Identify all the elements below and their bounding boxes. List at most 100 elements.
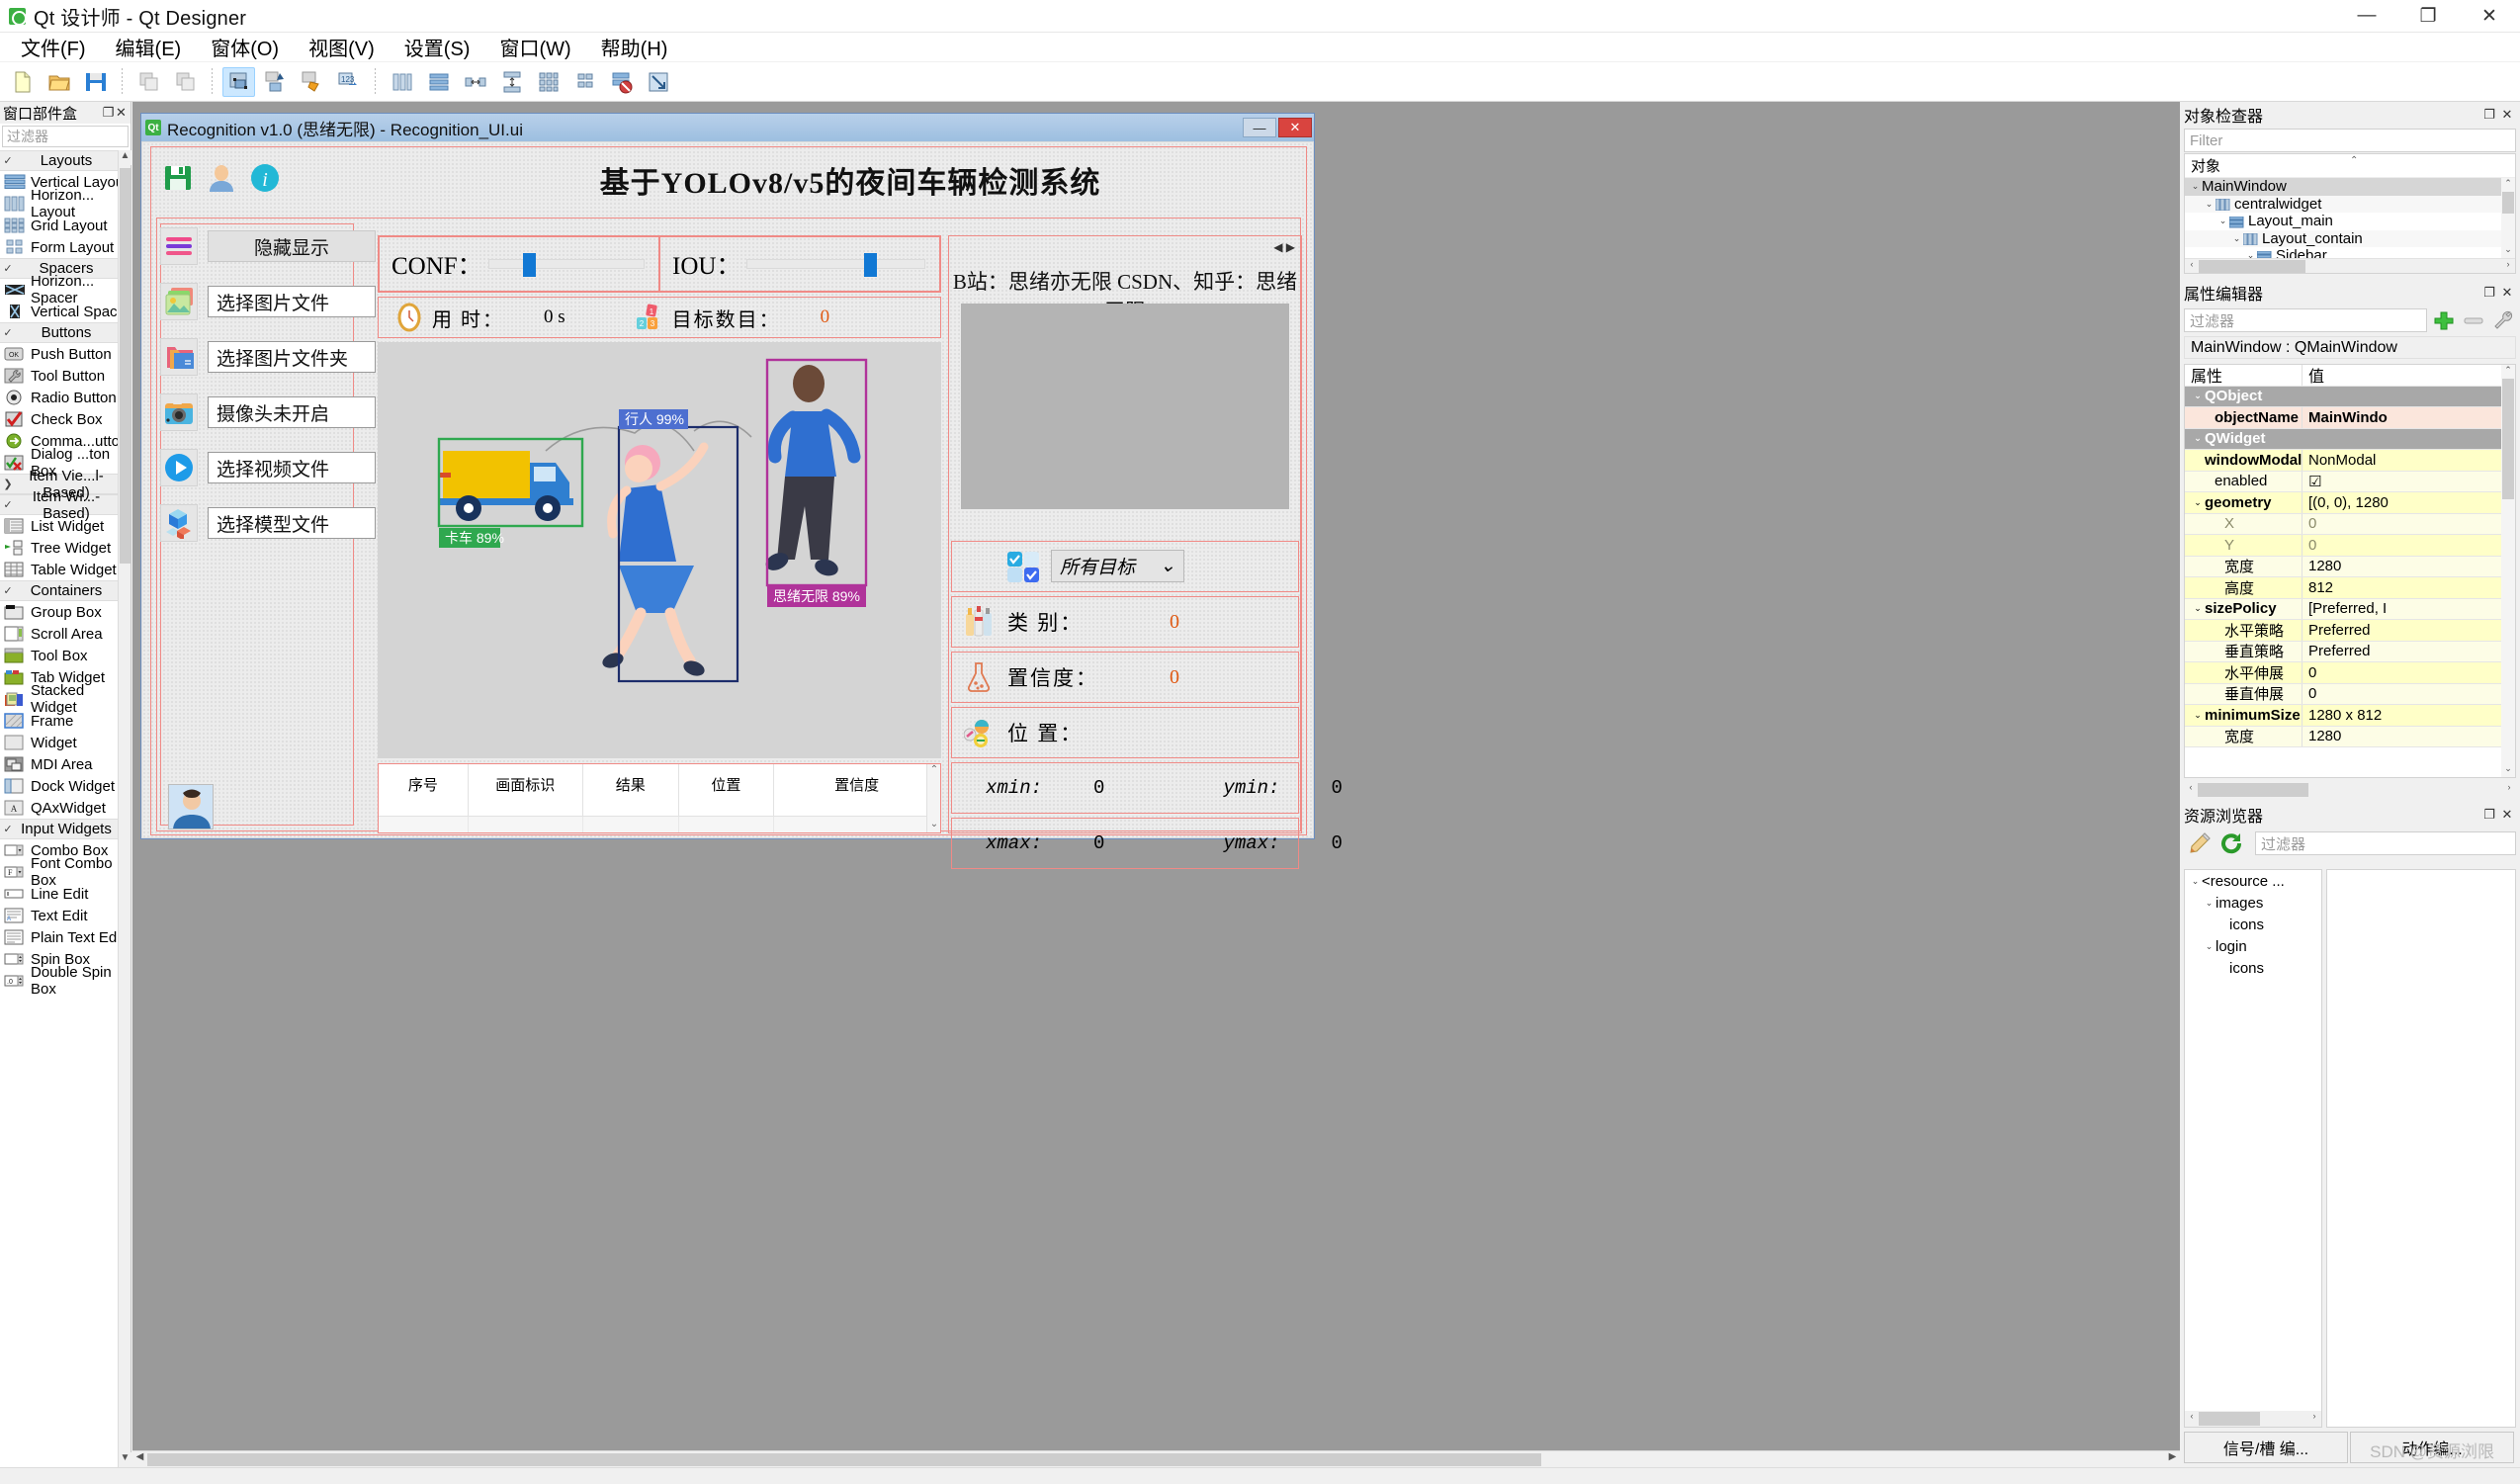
property-filter-input[interactable]: 过滤器 — [2184, 308, 2427, 332]
conf-slider-handle[interactable] — [523, 253, 537, 277]
property-value-cell[interactable]: NonModal — [2303, 452, 2515, 469]
chevron-down-icon[interactable]: ⌄ — [2230, 233, 2243, 244]
menu-item-6[interactable]: 帮助(H) — [586, 30, 683, 64]
property-value-cell[interactable]: 0 — [2303, 664, 2515, 681]
chevron-down-icon[interactable]: ⌄ — [1160, 555, 1175, 577]
chevron-down-icon[interactable]: ⌄ — [2191, 497, 2205, 508]
avatar[interactable] — [168, 784, 214, 829]
res-scroll-right-icon[interactable]: › — [2307, 1411, 2321, 1427]
object-tree-vscrollbar[interactable]: ⌃ ⌄ — [2501, 178, 2515, 258]
menu-item-0[interactable]: 文件(F) — [6, 30, 101, 64]
property-value-cell[interactable]: [(0, 0), 1280 — [2303, 494, 2515, 511]
iou-slider-handle[interactable] — [864, 253, 878, 277]
table-scroll-down-icon[interactable]: ⌄ — [927, 819, 940, 832]
property-table[interactable]: 属性 值 ⌄ QObject objectName MainWindo ⌄ QWidget… — [2184, 364, 2516, 778]
adjust-size-icon[interactable] — [642, 67, 674, 97]
object-inspector-filter-input[interactable]: Filter — [2184, 129, 2516, 152]
dock-tab-1[interactable]: 动作编... — [2350, 1432, 2514, 1463]
property-row-宽度[interactable]: 宽度 1280 — [2185, 556, 2515, 577]
res-hscroll-thumb[interactable] — [2199, 1412, 2260, 1426]
property-row-QObject[interactable]: ⌄ QObject — [2185, 386, 2515, 407]
edit-buddies-icon[interactable] — [296, 67, 328, 97]
model-cube-icon[interactable] — [160, 504, 198, 542]
chevron-down-icon[interactable]: ⌄ — [2216, 216, 2229, 226]
new-file-icon[interactable] — [6, 67, 39, 97]
object-tree-item-layout_contain[interactable]: ⌄ Layout_contain — [2185, 229, 2515, 247]
chevron-down-icon[interactable]: ⌄ — [2203, 898, 2216, 909]
property-editor-close-button[interactable]: ✕ — [2498, 285, 2516, 301]
widget-box-filter-input[interactable]: 过滤器 — [2, 126, 129, 147]
save-icon[interactable] — [160, 160, 196, 196]
layout-vertically-icon[interactable] — [422, 67, 455, 97]
table-header-0[interactable]: 序号 — [379, 764, 469, 817]
property-row-Y[interactable]: Y0 — [2185, 535, 2515, 557]
prop-scroll-down-icon[interactable]: ⌄ — [2501, 763, 2515, 777]
widget-item-4-1[interactable]: Tree Widget — [0, 537, 130, 559]
property-row-sizePolicy[interactable]: ⌄ sizePolicy [Preferred, I — [2185, 598, 2515, 620]
menu-item-5[interactable]: 窗口(W) — [484, 30, 585, 64]
target-combobox[interactable]: 所有目标 ⌄ — [1051, 550, 1184, 582]
obj-hscroll-thumb[interactable] — [2199, 260, 2305, 273]
property-value-cell[interactable]: 1280 — [2303, 558, 2515, 574]
layout-grid-icon[interactable] — [532, 67, 565, 97]
property-value-cell[interactable]: 0 — [2303, 685, 2515, 702]
widget-group-5[interactable]: ✓ Containers — [0, 580, 130, 601]
menu-item-4[interactable]: 设置(S) — [390, 30, 485, 64]
menu-item-2[interactable]: 窗体(O) — [196, 30, 294, 64]
resource-tree-item-3[interactable]: ⌄ login — [2185, 935, 2321, 957]
scroll-up-arrow-icon[interactable]: ▲ — [119, 150, 131, 165]
widget-item-1-0[interactable]: Horizon... Spacer — [0, 273, 130, 306]
maximize-button[interactable]: ❐ — [2397, 0, 2459, 33]
chevron-down-icon[interactable]: ⌄ — [2189, 876, 2202, 887]
table-header-4[interactable]: 置信度 — [773, 764, 940, 817]
resource-tree[interactable]: ⌄ <resource ... ⌄ images icons ⌄ login icons ‹ … — [2184, 869, 2322, 1428]
resource-browser-float-button[interactable]: ❐ — [2480, 807, 2498, 823]
scroll-thumb[interactable] — [120, 168, 130, 564]
layout-splitter-vertical-icon[interactable] — [495, 67, 528, 97]
table-header-2[interactable]: 结果 — [582, 764, 679, 817]
object-tree-hscrollbar[interactable]: ‹ › — [2185, 258, 2515, 273]
obj-scroll-up-icon[interactable]: ⌃ — [2501, 178, 2515, 192]
results-table-container[interactable]: 序号 画面标识 结果 位置 置信度 ⌃ ⌄ — [378, 763, 941, 833]
property-table-vscrollbar[interactable]: ⌃ ⌄ — [2501, 365, 2515, 777]
widget-box-list[interactable]: ✓ Layouts Vertical Layout Horizon... Layout… — [0, 150, 130, 1467]
resource-browser-close-button[interactable]: ✕ — [2498, 807, 2516, 823]
prop-scroll-thumb[interactable] — [2502, 379, 2514, 499]
nav-right-icon[interactable]: ▶ — [1286, 240, 1295, 254]
undo-icon[interactable] — [132, 67, 165, 97]
scroll-down-arrow-icon[interactable]: ▼ — [119, 1452, 131, 1467]
menu-item-1[interactable]: 编辑(E) — [101, 30, 197, 64]
widget-group-6[interactable]: ✓ Input Widgets — [0, 819, 130, 839]
chevron-down-icon[interactable]: ⌄ — [2191, 391, 2205, 401]
menu-lines-icon[interactable] — [160, 227, 198, 265]
resource-tree-item-4[interactable]: icons — [2185, 957, 2321, 979]
property-row-minimumSize[interactable]: ⌄ minimumSize 1280 x 812 — [2185, 705, 2515, 727]
break-layout-icon[interactable] — [605, 67, 638, 97]
widget-item-2-2[interactable]: Radio Button — [0, 387, 130, 408]
property-row-X[interactable]: X0 — [2185, 513, 2515, 535]
property-value-cell[interactable]: 0 — [2303, 515, 2515, 532]
widget-group-2[interactable]: ✓ Buttons — [0, 322, 130, 343]
dock-tab-0[interactable]: 信号/槽 编... — [2184, 1432, 2348, 1463]
folder-icon[interactable] — [160, 338, 198, 376]
chevron-down-icon[interactable]: ⌄ — [2191, 710, 2205, 721]
table-scroll-up-icon[interactable]: ⌃ — [927, 764, 940, 778]
save-file-icon[interactable] — [79, 67, 112, 97]
results-nav-arrows[interactable]: ◀ ▶ — [1273, 240, 1295, 254]
widget-item-5-9[interactable]: A QAxWidget — [0, 797, 130, 819]
prop-scroll-left-icon[interactable]: ‹ — [2184, 782, 2198, 798]
iou-slider[interactable] — [746, 253, 925, 277]
layout-horizontally-icon[interactable] — [386, 67, 418, 97]
edit-tab-order-icon[interactable]: 123 — [332, 67, 365, 97]
property-row-高度[interactable]: 高度 812 — [2185, 577, 2515, 599]
property-row-水平策略[interactable]: 水平策略 Preferred — [2185, 620, 2515, 642]
widget-box-close-button[interactable]: ✕ — [115, 105, 128, 121]
edit-signals-slots-icon[interactable] — [259, 67, 292, 97]
property-row-windowModality[interactable]: windowModalityNonModal — [2185, 450, 2515, 472]
sidebar-button-1[interactable]: 选择图片文件 — [208, 286, 376, 317]
resource-grid[interactable] — [2326, 869, 2516, 1428]
res-scroll-left-icon[interactable]: ‹ — [2185, 1411, 2199, 1427]
mdi-scroll-left-icon[interactable]: ◀ — [132, 1451, 147, 1467]
property-row-objectName[interactable]: objectName MainWindo — [2185, 407, 2515, 429]
resource-tree-item-2[interactable]: icons — [2185, 914, 2321, 935]
